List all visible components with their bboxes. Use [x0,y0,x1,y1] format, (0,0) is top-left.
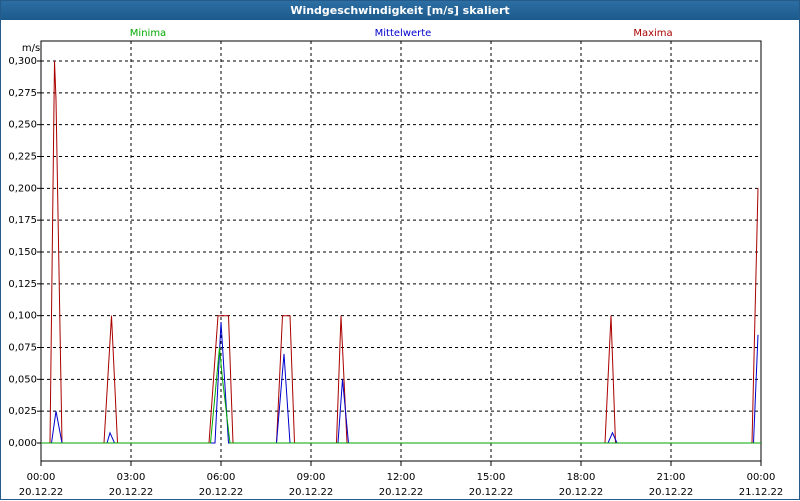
y-tick-label: 0,075 [8,343,37,354]
x-tick-date-label: 20.12.22 [19,487,64,498]
x-tick-date-label: 20.12.22 [559,487,604,498]
y-tick-label: 0,225 [8,152,37,163]
y-tick-label: 0,100 [8,311,37,322]
x-tick-time-label: 12:00 [387,472,416,483]
y-tick-label: 0,000 [8,438,37,449]
chart-window: Windgeschwindigkeit [m/s] skaliert 0,000… [0,0,800,500]
y-tick-label: 0,150 [8,247,37,258]
x-tick-date-label: 21.12.22 [739,487,784,498]
x-tick-time-label: 18:00 [567,472,596,483]
y-axis-label: m/s [22,43,40,54]
y-tick-label: 0,300 [8,56,37,67]
y-tick-label: 0,250 [8,120,37,131]
x-tick-time-label: 09:00 [297,472,326,483]
y-tick-label: 0,275 [8,88,37,99]
y-tick-label: 0,125 [8,279,37,290]
x-tick-date-label: 20.12.22 [649,487,694,498]
x-tick-date-label: 20.12.22 [199,487,244,498]
y-tick-label: 0,175 [8,215,37,226]
legend-mittelwerte: Mittelwerte [375,28,432,39]
y-tick-label: 0,050 [8,374,37,385]
legend-maxima: Maxima [633,28,672,39]
wind-speed-chart: 0,000 0,025 0,050 0,075 0,100 0,125 0,150 0,175… [8,28,784,498]
x-tick-time-label: 15:00 [477,472,506,483]
x-tick-date-label: 20.12.22 [289,487,334,498]
legend-minima: Minima [130,28,166,39]
x-tick-time-label: 06:00 [207,472,236,483]
y-tick-label: 0,025 [8,406,37,417]
x-tick-date-label: 20.12.22 [109,487,154,498]
x-tick-time-label: 03:00 [117,472,146,483]
x-tick-time-label: 00:00 [27,472,56,483]
x-tick-date-label: 20.12.22 [469,487,514,498]
y-tick-label: 0,200 [8,183,37,194]
x-tick-time-label: 21:00 [657,472,686,483]
x-tick-date-label: 20.12.22 [379,487,424,498]
x-tick-time-label: 00:00 [747,472,776,483]
